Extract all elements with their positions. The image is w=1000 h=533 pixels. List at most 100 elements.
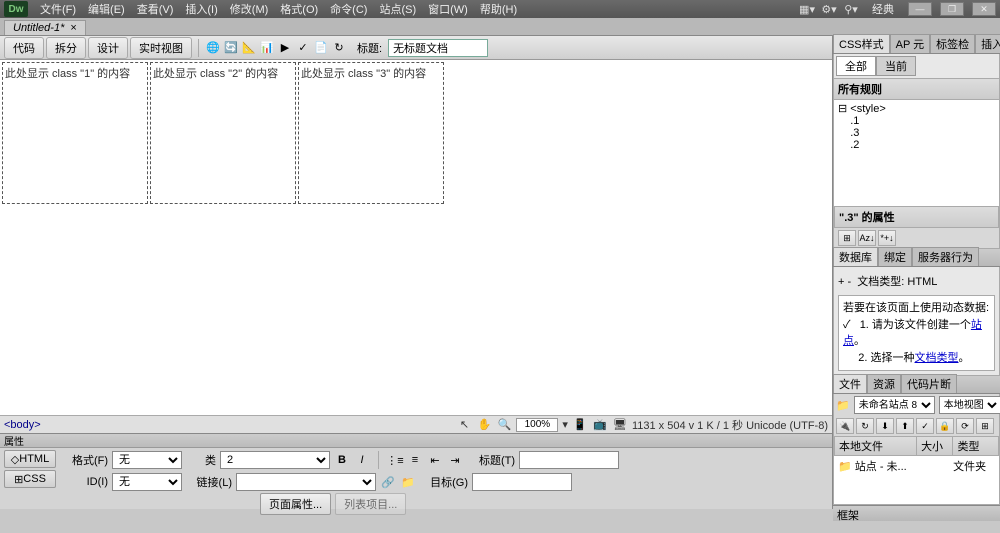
menu-site[interactable]: 站点(S) xyxy=(373,1,422,17)
tool-icon[interactable]: ✓ xyxy=(295,40,311,56)
menu-view[interactable]: 查看(V) xyxy=(131,1,180,17)
files-list[interactable]: 📁 站点 - 未... 文件夹 xyxy=(834,456,999,504)
tab-databases[interactable]: 数据库 xyxy=(833,247,878,266)
css-rules-tree[interactable]: ⊟ <style> .1 .3 .2 xyxy=(834,100,999,206)
list-ol-icon[interactable]: ≡ xyxy=(407,452,423,468)
id-select[interactable]: 无 xyxy=(112,473,182,491)
doctype-link[interactable]: 文档类型 xyxy=(915,352,959,364)
tab-bindings[interactable]: 绑定 xyxy=(878,247,912,266)
tool-icon[interactable]: ▶ xyxy=(277,40,293,56)
page-properties-button[interactable]: 页面属性... xyxy=(260,493,331,515)
class-select[interactable]: 2 xyxy=(220,451,330,469)
indent-icon[interactable]: ⇥ xyxy=(447,452,463,468)
bold-icon[interactable]: B xyxy=(334,452,350,468)
props-html-button[interactable]: ◇ HTML xyxy=(4,450,56,468)
tab-assets[interactable]: 资源 xyxy=(867,374,901,393)
site-select[interactable]: 未命名站点 8 xyxy=(854,396,935,414)
title-input[interactable] xyxy=(388,39,488,57)
checkout-icon[interactable]: ✓ xyxy=(916,418,934,434)
view-live-button[interactable]: 实时视图 xyxy=(130,37,192,59)
div-class-2[interactable]: 此处显示 class "2" 的内容 xyxy=(150,62,296,204)
gear-icon[interactable]: ⚙▾ xyxy=(822,2,836,16)
div-class-3[interactable]: 此处显示 class "3" 的内容 xyxy=(298,62,444,204)
view-icon[interactable]: 🖥 xyxy=(612,417,628,433)
menu-file[interactable]: 文件(F) xyxy=(34,1,82,17)
subtab-all[interactable]: 全部 xyxy=(836,56,876,76)
menu-modify[interactable]: 修改(M) xyxy=(224,1,275,17)
view-icon[interactable]: 📱 xyxy=(572,417,588,433)
expand-icon[interactable]: ⊞ xyxy=(976,418,994,434)
maximize-button[interactable]: ❐ xyxy=(940,2,964,16)
document-tab[interactable]: Untitled-1* × xyxy=(4,20,86,35)
sync-icon[interactable]: ⟳ xyxy=(956,418,974,434)
tool-icon[interactable]: 📄 xyxy=(313,40,329,56)
view-split-button[interactable]: 拆分 xyxy=(46,37,86,59)
add-property-icon[interactable]: ⊞ xyxy=(838,230,856,246)
format-select[interactable]: 无 xyxy=(112,451,182,469)
tree-line[interactable]: ⊟ <style> xyxy=(838,102,995,115)
tab-server-behaviors[interactable]: 服务器行为 xyxy=(912,247,979,266)
tool-icon[interactable]: 📊 xyxy=(259,40,275,56)
menu-window[interactable]: 窗口(W) xyxy=(422,1,474,17)
tree-line[interactable]: .1 xyxy=(838,115,995,127)
put-icon[interactable]: ⬆ xyxy=(896,418,914,434)
menu-format[interactable]: 格式(O) xyxy=(274,1,324,17)
layout-icon[interactable]: ▦▾ xyxy=(800,2,814,16)
folder-icon[interactable]: 📁 xyxy=(400,474,416,490)
design-view[interactable]: 此处显示 class "1" 的内容 此处显示 class "2" 的内容 此处… xyxy=(0,60,832,415)
close-icon[interactable]: × xyxy=(70,22,76,34)
zoom-dropdown-icon[interactable]: ▾ xyxy=(562,418,568,431)
view-design-button[interactable]: 设计 xyxy=(88,37,128,59)
tab-insert[interactable]: 插入 xyxy=(975,34,1000,53)
refresh-icon[interactable]: ↻ xyxy=(856,418,874,434)
get-icon[interactable]: ⬇ xyxy=(876,418,894,434)
minimize-button[interactable]: — xyxy=(908,2,932,16)
outdent-icon[interactable]: ⇤ xyxy=(427,452,443,468)
link-icon[interactable]: 🔗 xyxy=(380,474,396,490)
tag-selector[interactable]: <body> xyxy=(4,419,41,431)
zoom-icon[interactable]: 🔍 xyxy=(496,417,512,433)
subtab-current[interactable]: 当前 xyxy=(876,56,916,76)
div-class-1[interactable]: 此处显示 class "1" 的内容 xyxy=(2,62,148,204)
menu-edit[interactable]: 编辑(E) xyxy=(82,1,131,17)
hand-icon[interactable]: ✋ xyxy=(476,417,492,433)
tab-css-styles[interactable]: CSS样式 xyxy=(833,34,890,53)
tab-ap-elements[interactable]: AP 元 xyxy=(890,34,931,53)
refresh-icon[interactable]: 🔄 xyxy=(223,40,239,56)
tool-icon[interactable]: ↻ xyxy=(331,40,347,56)
view-select[interactable]: 本地视图 xyxy=(939,396,1000,414)
checkin-icon[interactable]: 🔒 xyxy=(936,418,954,434)
menu-commands[interactable]: 命令(C) xyxy=(324,1,373,17)
minus-icon[interactable]: - xyxy=(848,276,852,288)
title-input[interactable] xyxy=(519,451,619,469)
tab-tag-inspector[interactable]: 标签检 xyxy=(930,34,975,53)
italic-icon[interactable]: I xyxy=(354,452,370,468)
frame-panel-header[interactable]: 框架 xyxy=(833,505,1000,521)
tab-files[interactable]: 文件 xyxy=(833,374,867,393)
globe-icon[interactable]: 🌐 xyxy=(205,40,221,56)
view-icon[interactable]: 📺 xyxy=(592,417,608,433)
list-ul-icon[interactable]: ⋮≡ xyxy=(387,452,403,468)
menu-help[interactable]: 帮助(H) xyxy=(474,1,523,17)
share-icon[interactable]: ⚲▾ xyxy=(844,2,858,16)
zoom-input[interactable] xyxy=(516,418,558,432)
col-size[interactable]: 大小 xyxy=(917,437,953,455)
col-type[interactable]: 类型 xyxy=(953,437,998,455)
link-select[interactable] xyxy=(236,473,376,491)
props-css-button[interactable]: ⊞ CSS xyxy=(4,470,56,488)
tree-line[interactable]: .3 xyxy=(838,127,995,139)
workspace-label[interactable]: 经典 xyxy=(866,1,900,17)
close-button[interactable]: ✕ xyxy=(972,2,996,16)
properties-header[interactable]: 属性 xyxy=(0,434,832,448)
plus-icon[interactable]: + xyxy=(838,276,844,288)
sort-az-icon[interactable]: Aᴢ↓ xyxy=(858,230,876,246)
sort-all-icon[interactable]: *+↓ xyxy=(878,230,896,246)
menu-insert[interactable]: 插入(I) xyxy=(179,1,223,17)
target-input[interactable] xyxy=(472,473,572,491)
col-local-files[interactable]: 本地文件 xyxy=(835,437,917,455)
tab-snippets[interactable]: 代码片断 xyxy=(901,374,957,393)
tool-icon[interactable]: 📐 xyxy=(241,40,257,56)
connect-icon[interactable]: 🔌 xyxy=(836,418,854,434)
file-row-name[interactable]: 站点 - 未... xyxy=(855,461,907,473)
view-code-button[interactable]: 代码 xyxy=(4,37,44,59)
